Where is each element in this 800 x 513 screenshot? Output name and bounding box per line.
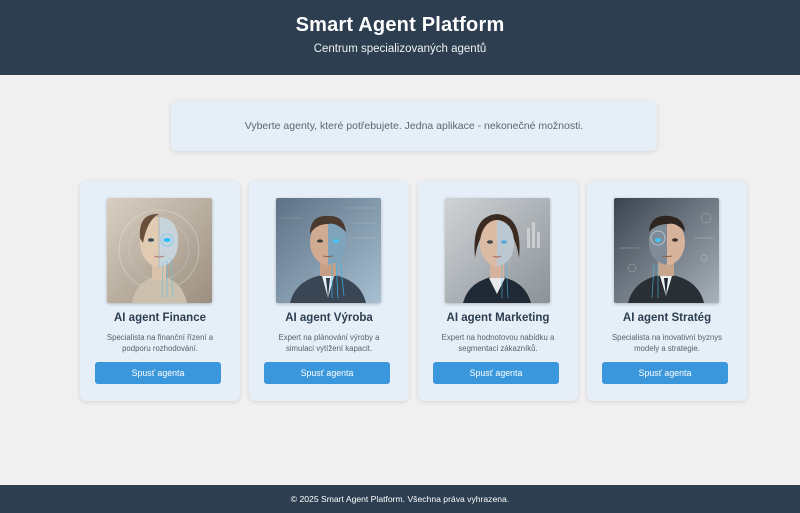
agent-name: AI agent Finance [113,312,207,324]
page-footer: © 2025 Smart Agent Platform. Všechna prá… [0,485,800,513]
agent-description: Specialista na inovativní byznys modely … [611,333,723,353]
start-agent-button[interactable]: Spusť agenta [264,362,390,384]
agent-card-vyroba: AI agent Výroba Expert na plánování výro… [249,181,409,401]
start-agent-button[interactable]: Spusť agenta [433,362,559,384]
page-title: Smart Agent Platform [295,14,505,36]
page-header: Smart Agent Platform Centrum specializov… [0,0,800,75]
intro-text: Vyberte agenty, které potřebujete. Jedna… [244,120,584,132]
agent-card-finance: AI agent Finance Specialista na finanční… [80,181,240,401]
male-cyborg-portrait-icon [276,198,381,303]
agent-name: AI agent Marketing [446,312,550,324]
female-cyborg-portrait-icon [445,198,550,303]
agent-name: AI agent Výroba [285,312,373,324]
agent-card-strateg: AI agent Stratég Specialista na inovativ… [587,181,747,401]
agent-description: Expert na plánování výroby a simulaci vy… [278,333,380,353]
agent-name: AI agent Stratég [622,312,712,324]
copyright-text: © 2025 Smart Agent Platform. Všechna prá… [290,494,510,504]
agent-card-marketing: AI agent Marketing Expert na hodnotovou … [418,181,578,401]
female-android-portrait-icon [107,198,212,303]
start-agent-button[interactable]: Spusť agenta [95,362,221,384]
male-android-portrait-icon [614,198,719,303]
agent-description: Expert na hodnotovou nabídku a segmentac… [441,333,555,353]
start-agent-button[interactable]: Spusť agenta [602,362,728,384]
agent-description: Specialista na finanční řízení a podporu… [106,333,214,353]
intro-banner: Vyberte agenty, které potřebujete. Jedna… [171,101,657,151]
page-subtitle: Centrum specializovaných agentů [313,43,487,55]
